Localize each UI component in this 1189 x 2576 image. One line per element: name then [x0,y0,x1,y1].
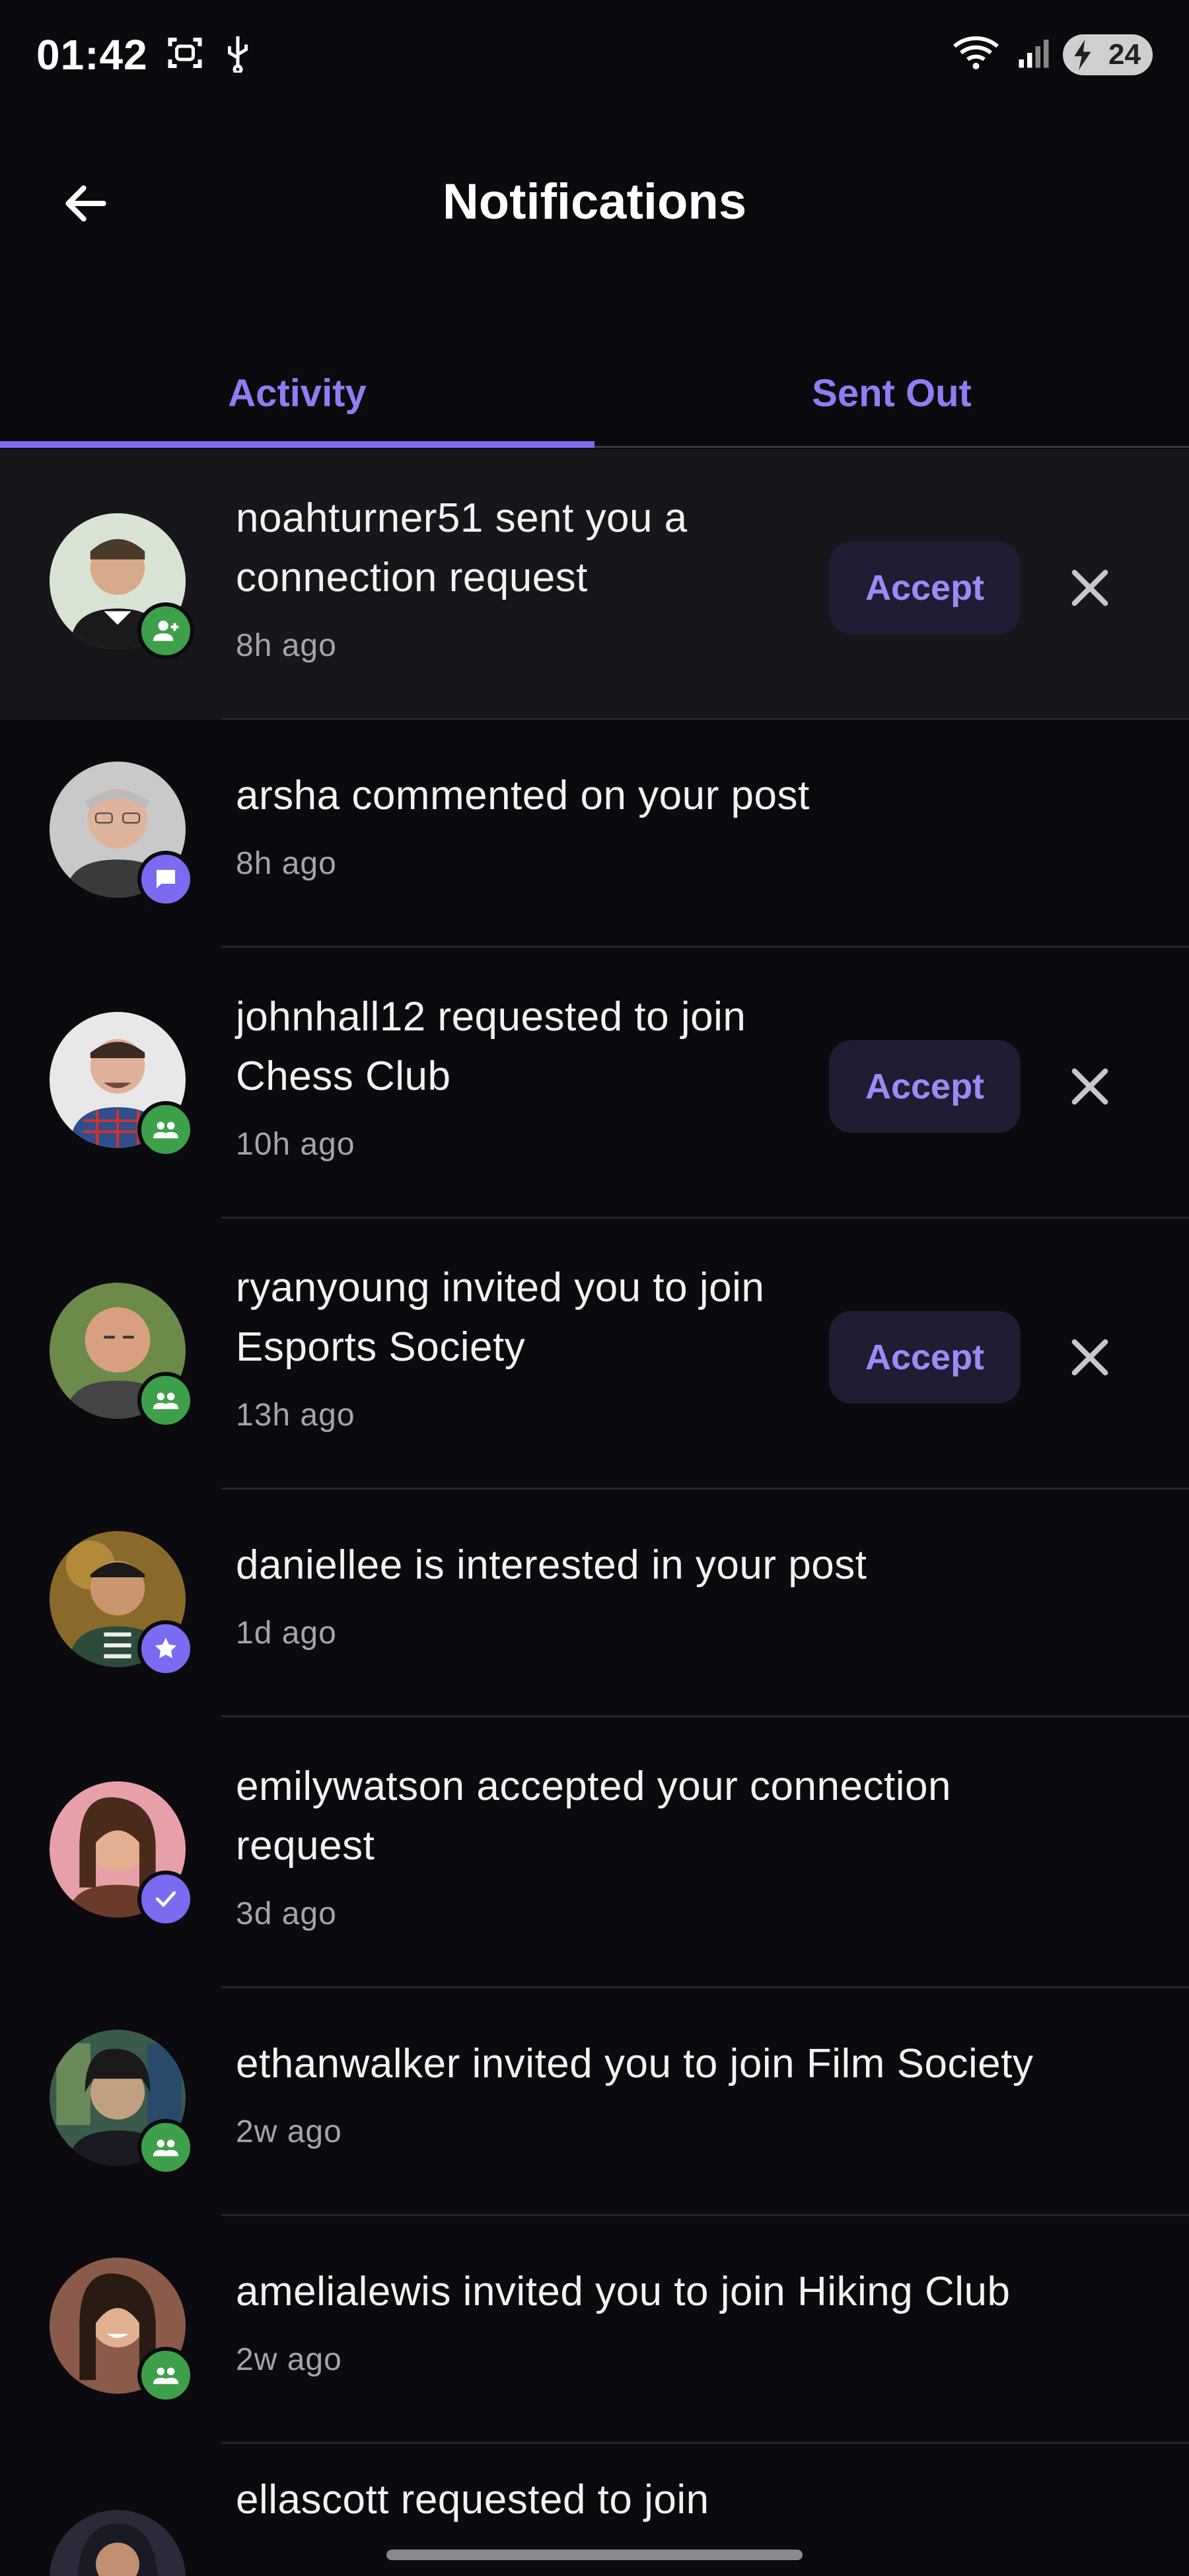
notification-item[interactable]: arsha commented on your post 8h ago [0,720,1189,948]
usb-icon [218,33,258,75]
avatar [50,2510,186,2576]
status-bar: 01:42 24 [0,0,1189,112]
notification-time: 3d ago [236,1896,337,1931]
star-icon [137,1620,194,1677]
comment-icon [137,851,194,908]
dismiss-button[interactable] [1057,1054,1123,1120]
active-tab-indicator [0,441,594,448]
notification-time: 13h ago [236,1398,355,1433]
tab-sent-out[interactable]: Sent Out [594,343,1189,443]
notification-text: emilywatson accepted your connection [236,1764,951,1809]
notification-text: noahturner51 sent you a [236,495,688,541]
notification-item[interactable]: amelialewis invited you to join Hiking C… [0,2216,1189,2444]
battery-level: 24 [1108,38,1141,71]
signal-icon [1014,33,1054,73]
screenshot-icon [165,33,205,73]
notification-item[interactable]: ryanyoung invited you to join Esports So… [0,1219,1189,1489]
notification-time: 8h ago [236,628,337,663]
notification-text: ryanyoung invited you to join [236,1265,765,1310]
notification-text-line2: Chess Club [236,1054,451,1099]
notification-text-line2: Esports Society [236,1324,526,1370]
notification-time: 2w ago [236,2114,342,2149]
notification-text: arsha commented on your post [236,773,810,818]
group-icon [137,1372,194,1429]
bolt-icon [1073,40,1093,77]
battery-indicator: 24 [1063,34,1153,75]
group-icon [137,2119,194,2176]
accept-button[interactable]: Accept [829,542,1021,634]
home-indicator[interactable] [386,2550,803,2560]
notification-item[interactable]: johnhall12 requested to join Chess Club … [0,948,1189,1219]
notification-time: 2w ago [236,2342,342,2377]
notification-text-line2: connection request [236,555,588,600]
page-title: Notifications [442,174,747,230]
notification-item[interactable]: emilywatson accepted your connection req… [0,1717,1189,1988]
notification-text-line2: request [236,1823,375,1869]
group-icon [137,1101,194,1158]
tab-bar: Activity Sent Out [0,343,1189,449]
notification-text: amelialewis invited you to join Hiking C… [236,2269,1011,2314]
notification-text: ethanwalker invited you to join Film Soc… [236,2041,1034,2087]
person-add-icon [137,602,194,659]
tab-activity[interactable]: Activity [0,343,594,443]
close-icon [1071,1068,1108,1105]
dismiss-button[interactable] [1057,555,1123,621]
dismiss-button[interactable] [1057,1324,1123,1390]
check-icon [137,1871,194,1927]
notification-text: ellascott requested to join [236,2477,709,2522]
notification-time: 1d ago [236,1616,337,1651]
group-icon [137,2347,194,2404]
notification-text: johnhall12 requested to join [236,994,746,1040]
notification-item[interactable]: daniellee is interested in your post 1d … [0,1489,1189,1717]
notification-item[interactable]: ethanwalker invited you to join Film Soc… [0,1988,1189,2216]
accept-button[interactable]: Accept [829,1311,1021,1404]
notification-text: daniellee is interested in your post [236,1542,867,1588]
tab-divider [594,446,1189,448]
status-time: 01:42 [36,31,148,79]
close-icon [1071,1339,1108,1376]
notification-time: 10h ago [236,1127,355,1162]
notification-time: 8h ago [236,846,337,881]
notification-item[interactable]: noahturner51 sent you a connection reque… [0,449,1189,720]
accept-button[interactable]: Accept [829,1040,1021,1133]
wifi-icon [951,33,1004,73]
close-icon [1071,569,1108,606]
